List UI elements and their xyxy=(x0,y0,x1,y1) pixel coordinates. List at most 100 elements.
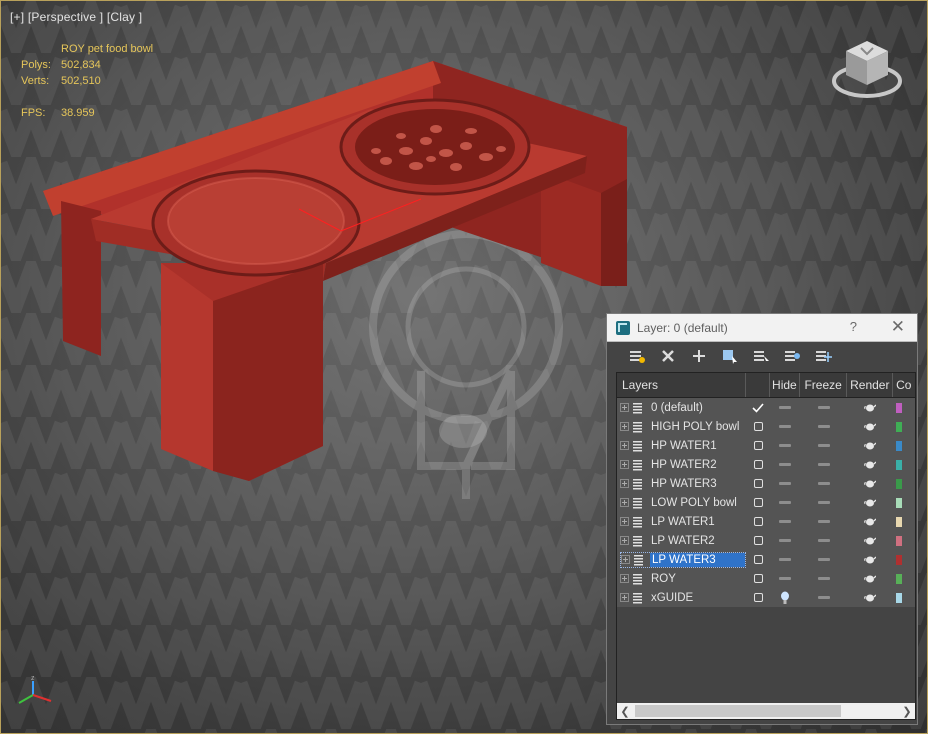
layer-manager-dialog[interactable]: Layer: 0 (default) ? ✕ Layers Hide Freez… xyxy=(606,313,918,725)
render-teapot-icon[interactable] xyxy=(864,555,877,564)
set-current-toggle-icon[interactable] xyxy=(753,460,763,469)
freeze-all-icon[interactable] xyxy=(807,345,838,367)
set-current-toggle-icon[interactable] xyxy=(753,479,763,488)
layer-row[interactable]: xGUIDE xyxy=(617,588,915,607)
set-current-toggle-icon[interactable] xyxy=(753,555,763,564)
set-current-toggle-icon[interactable] xyxy=(753,517,763,526)
render-teapot-icon[interactable] xyxy=(864,441,877,450)
layer-name[interactable]: HP WATER2 xyxy=(649,458,746,472)
freeze-toggle-icon[interactable] xyxy=(817,482,830,485)
viewport-shading-menu[interactable]: [Clay ] xyxy=(107,10,142,24)
expand-icon[interactable] xyxy=(620,517,629,526)
layer-row[interactable]: LOW POLY bowl xyxy=(617,493,915,512)
render-teapot-icon[interactable] xyxy=(864,593,877,602)
set-current-toggle-icon[interactable] xyxy=(753,441,763,450)
layer-table[interactable]: Layers Hide Freeze Render Co 0 (default)… xyxy=(616,372,916,720)
layer-name[interactable]: LP WATER3 xyxy=(650,552,746,567)
set-current-toggle-icon[interactable] xyxy=(753,593,763,602)
select-objects-icon[interactable] xyxy=(714,345,745,367)
current-layer-check-icon[interactable] xyxy=(752,402,764,413)
layer-name[interactable]: HP WATER1 xyxy=(649,439,746,453)
layer-row[interactable]: HP WATER2 xyxy=(617,455,915,474)
freeze-toggle-icon[interactable] xyxy=(817,444,830,447)
help-button[interactable]: ? xyxy=(850,319,857,334)
expand-icon[interactable] xyxy=(620,574,629,583)
layer-row[interactable]: HP WATER3 xyxy=(617,474,915,493)
hide-toggle-icon[interactable] xyxy=(778,558,791,561)
set-current-toggle-icon[interactable] xyxy=(753,536,763,545)
close-button[interactable]: ✕ xyxy=(891,317,905,337)
hide-toggle-icon[interactable] xyxy=(778,501,791,504)
column-layers[interactable]: Layers xyxy=(617,373,747,397)
layer-row[interactable]: ROY xyxy=(617,569,915,588)
layer-name[interactable]: LP WATER2 xyxy=(649,534,746,548)
perspective-viewport[interactable]: [+] [Perspective ] [Clay ] ROY pet food … xyxy=(0,0,928,734)
layer-color-swatch[interactable] xyxy=(896,535,903,546)
set-current-toggle-icon[interactable] xyxy=(753,574,763,583)
freeze-toggle-icon[interactable] xyxy=(817,406,830,409)
layer-name[interactable]: HP WATER3 xyxy=(649,477,746,491)
freeze-toggle-icon[interactable] xyxy=(817,539,830,542)
render-teapot-icon[interactable] xyxy=(864,403,877,412)
layer-color-swatch[interactable] xyxy=(896,459,903,470)
create-layer-icon[interactable] xyxy=(621,345,652,367)
render-teapot-icon[interactable] xyxy=(864,460,877,469)
scroll-right-icon[interactable]: ❯ xyxy=(899,705,915,718)
viewcube-icon[interactable] xyxy=(830,37,904,103)
render-teapot-icon[interactable] xyxy=(864,517,877,526)
render-teapot-icon[interactable] xyxy=(864,422,877,431)
hide-toggle-icon[interactable] xyxy=(778,520,791,523)
add-selection-icon[interactable] xyxy=(683,345,714,367)
hide-toggle-icon[interactable] xyxy=(778,577,791,580)
layer-name[interactable]: 0 (default) xyxy=(649,401,746,415)
layer-row[interactable]: 0 (default) xyxy=(617,398,915,417)
expand-icon[interactable] xyxy=(620,479,629,488)
render-teapot-icon[interactable] xyxy=(864,536,877,545)
layer-name[interactable]: HIGH POLY bowl xyxy=(649,420,746,434)
freeze-toggle-icon[interactable] xyxy=(817,596,830,599)
delete-layer-icon[interactable] xyxy=(652,345,683,367)
viewport-plus-menu[interactable]: [+] xyxy=(10,10,24,24)
render-teapot-icon[interactable] xyxy=(864,498,877,507)
layer-color-swatch[interactable] xyxy=(896,516,903,527)
layer-color-swatch[interactable] xyxy=(896,554,903,565)
scrollbar-thumb[interactable] xyxy=(635,705,841,717)
hide-toggle-icon[interactable] xyxy=(778,482,791,485)
layer-row[interactable]: LP WATER2 xyxy=(617,531,915,550)
layer-color-swatch[interactable] xyxy=(896,573,903,584)
freeze-toggle-icon[interactable] xyxy=(817,558,830,561)
dialog-title-bar[interactable]: Layer: 0 (default) ? ✕ xyxy=(607,314,917,342)
expand-icon[interactable] xyxy=(620,441,629,450)
layer-color-swatch[interactable] xyxy=(896,440,903,451)
layer-name[interactable]: LOW POLY bowl xyxy=(649,496,746,510)
layer-color-swatch[interactable] xyxy=(896,497,903,508)
layer-row[interactable]: LP WATER1 xyxy=(617,512,915,531)
layer-name[interactable]: xGUIDE xyxy=(649,591,746,605)
hide-toggle-icon[interactable] xyxy=(778,463,791,466)
freeze-toggle-icon[interactable] xyxy=(817,463,830,466)
expand-icon[interactable] xyxy=(620,593,629,602)
column-hide[interactable]: Hide xyxy=(770,373,800,397)
expand-icon[interactable] xyxy=(621,555,630,564)
render-teapot-icon[interactable] xyxy=(864,479,877,488)
viewport-label[interactable]: [+] [Perspective ] [Clay ] xyxy=(10,10,142,24)
layer-name[interactable]: LP WATER1 xyxy=(649,515,746,529)
layer-color-swatch[interactable] xyxy=(896,592,903,603)
expand-icon[interactable] xyxy=(620,403,629,412)
layer-color-swatch[interactable] xyxy=(896,421,903,432)
hide-toggle-icon[interactable] xyxy=(778,425,791,428)
hide-toggle-icon[interactable] xyxy=(778,406,791,409)
column-render[interactable]: Render xyxy=(847,373,894,397)
expand-icon[interactable] xyxy=(620,536,629,545)
column-color[interactable]: Co xyxy=(893,373,915,397)
render-teapot-icon[interactable] xyxy=(864,574,877,583)
expand-icon[interactable] xyxy=(620,422,629,431)
viewport-view-menu[interactable]: [Perspective ] xyxy=(28,10,104,24)
horizontal-scrollbar[interactable]: ❮ ❯ xyxy=(617,703,915,719)
hide-toggle-icon[interactable] xyxy=(778,539,791,542)
layer-name[interactable]: ROY xyxy=(649,572,746,586)
layer-row[interactable]: HIGH POLY bowl xyxy=(617,417,915,436)
expand-icon[interactable] xyxy=(620,498,629,507)
freeze-toggle-icon[interactable] xyxy=(817,425,830,428)
freeze-toggle-icon[interactable] xyxy=(817,501,830,504)
